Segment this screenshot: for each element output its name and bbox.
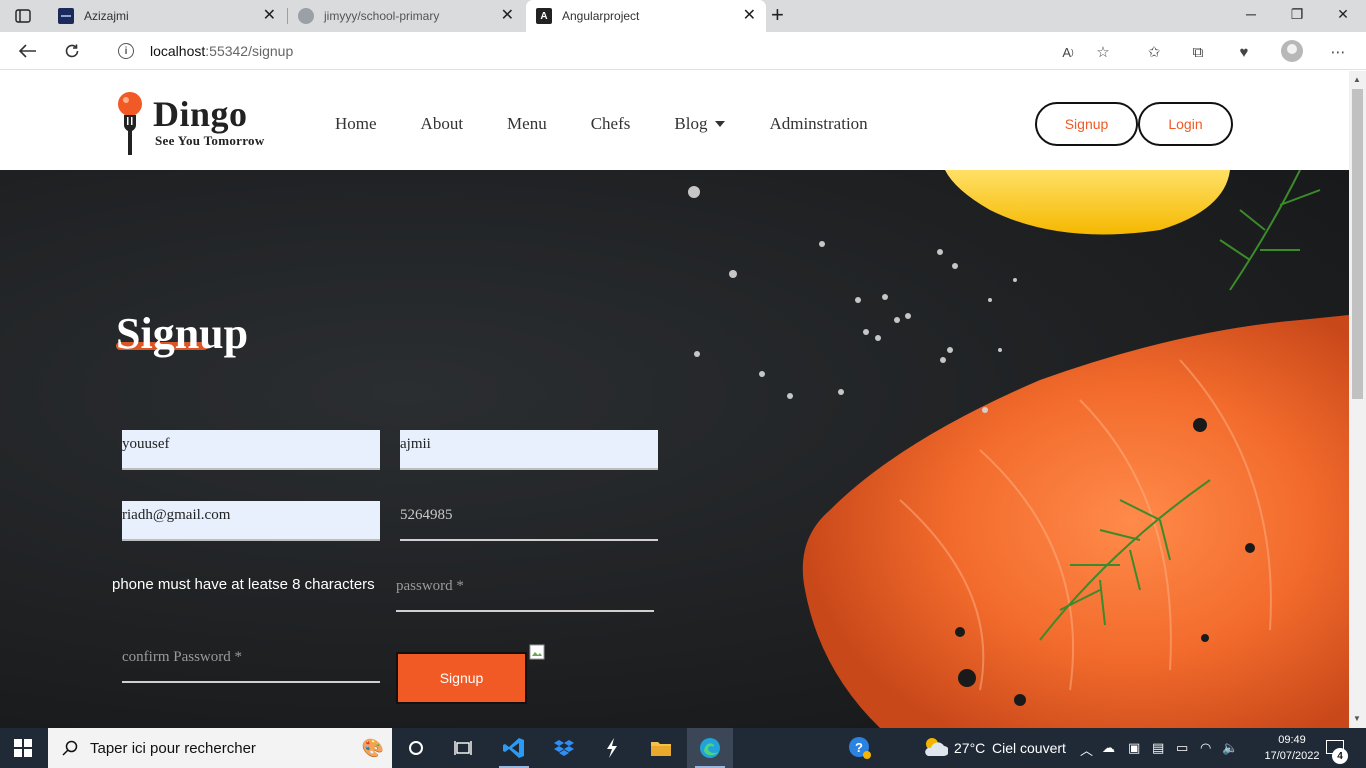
show-hidden-icons-icon[interactable]: ︿ bbox=[1080, 740, 1093, 759]
file-explorer-icon[interactable] bbox=[638, 728, 684, 768]
phone-error-message: phone must have at leatse 8 characters bbox=[112, 576, 375, 593]
tray-display-icon[interactable]: ▤ bbox=[1152, 740, 1164, 756]
browser-tab-azizajmi[interactable]: Azizajmi ✕ bbox=[48, 0, 286, 32]
address-bar: i localhost:55342/signup A) ☆ ✩ ⧉ ♥ ⋯ bbox=[0, 32, 1366, 70]
last-name-value: ajmii bbox=[400, 436, 431, 452]
logo-fork-icon bbox=[118, 92, 142, 155]
page-title: Signup bbox=[116, 309, 249, 358]
password-placeholder: password * bbox=[396, 578, 464, 594]
search-icon bbox=[62, 740, 78, 756]
cortana-icon[interactable] bbox=[393, 728, 439, 768]
profile-avatar[interactable] bbox=[1281, 40, 1303, 62]
volume-icon[interactable]: 🔈 bbox=[1222, 740, 1238, 756]
weather-temperature: 27°C bbox=[954, 740, 986, 756]
browser-tab-github[interactable]: jimyyy/school-primary ✕ bbox=[288, 0, 524, 32]
email-input[interactable]: riadh@gmail.com bbox=[122, 501, 380, 541]
github-icon bbox=[298, 8, 314, 24]
close-tab-icon[interactable]: ✕ bbox=[501, 8, 514, 24]
logo-name[interactable]: Dingo bbox=[153, 93, 248, 135]
minimize-icon[interactable]: ─ bbox=[1236, 6, 1266, 22]
restore-icon[interactable]: ❐ bbox=[1282, 6, 1312, 23]
taskbar-search[interactable]: Taper ici pour rechercher 🎨 bbox=[48, 728, 392, 768]
header-signup-button[interactable]: Signup bbox=[1035, 102, 1138, 146]
battery-icon[interactable]: ▭ bbox=[1176, 740, 1188, 756]
vscode-icon[interactable] bbox=[491, 728, 537, 768]
tab-title: Azizajmi bbox=[84, 9, 129, 23]
tray-app-icon[interactable]: ▣ bbox=[1128, 740, 1140, 756]
nav-blog-label: Blog bbox=[674, 114, 708, 133]
dropbox-icon[interactable] bbox=[541, 728, 587, 768]
clock-date: 17/07/2022 bbox=[1264, 750, 1320, 762]
clock-time: 09:49 bbox=[1278, 734, 1306, 746]
edge-browser-icon[interactable] bbox=[687, 728, 733, 768]
favorites-icon[interactable]: ✩ bbox=[1144, 42, 1164, 62]
windows-taskbar: Taper ici pour rechercher 🎨 ? 27°C Ciel … bbox=[0, 728, 1366, 768]
help-icon[interactable]: ? bbox=[848, 736, 872, 763]
email-value: riadh@gmail.com bbox=[122, 507, 231, 523]
tab-title: Angularproject bbox=[562, 9, 640, 23]
site-favicon-icon bbox=[58, 8, 74, 24]
nav-menu[interactable]: Menu bbox=[507, 114, 547, 134]
weather-description: Ciel couvert bbox=[992, 740, 1066, 756]
tab-title: jimyyy/school-primary bbox=[324, 9, 440, 23]
onedrive-icon[interactable]: ☁ bbox=[1102, 740, 1115, 756]
scroll-up-icon[interactable]: ▲ bbox=[1353, 75, 1361, 84]
scroll-thumb[interactable] bbox=[1352, 89, 1363, 399]
main-nav: Home About Menu Chefs Blog Adminstration bbox=[335, 114, 912, 134]
close-tab-icon[interactable]: ✕ bbox=[263, 8, 276, 24]
add-favorite-icon[interactable]: ☆ bbox=[1093, 42, 1113, 62]
angular-icon: A bbox=[536, 8, 552, 24]
url-field[interactable]: i localhost:55342/signup bbox=[100, 36, 1125, 66]
nav-blog[interactable]: Blog bbox=[674, 114, 726, 134]
nav-home[interactable]: Home bbox=[335, 114, 377, 134]
new-tab-button[interactable]: + bbox=[771, 4, 784, 26]
header-login-button[interactable]: Login bbox=[1138, 102, 1233, 146]
svg-text:?: ? bbox=[855, 740, 863, 755]
scroll-down-icon[interactable]: ▼ bbox=[1353, 714, 1361, 723]
nav-adminstration[interactable]: Adminstration bbox=[769, 114, 867, 134]
close-window-icon[interactable]: ✕ bbox=[1328, 6, 1358, 23]
app-s-icon[interactable] bbox=[589, 728, 635, 768]
read-aloud-icon[interactable]: A) bbox=[1058, 42, 1078, 62]
first-name-value: youusef bbox=[122, 436, 170, 452]
phone-value: 5264985 bbox=[400, 507, 453, 523]
back-button[interactable] bbox=[16, 40, 40, 62]
url-text: localhost:55342/signup bbox=[150, 43, 294, 59]
logo-tagline: See You Tomorrow bbox=[155, 133, 265, 148]
browser-tab-bar: Azizajmi ✕ jimyyy/school-primary ✕ A Ang… bbox=[0, 0, 1366, 32]
search-highlight-icon: 🎨 bbox=[361, 737, 384, 758]
confirm-password-placeholder: confirm Password * bbox=[122, 649, 242, 665]
site-info-icon[interactable]: i bbox=[118, 43, 134, 59]
refresh-button[interactable] bbox=[60, 40, 84, 62]
browser-tab-angularproject[interactable]: A Angularproject ✕ bbox=[526, 0, 766, 32]
nav-about[interactable]: About bbox=[421, 114, 464, 134]
collections-icon[interactable]: ⧉ bbox=[1188, 42, 1208, 62]
browser-essentials-icon[interactable]: ♥ bbox=[1234, 42, 1254, 62]
search-placeholder: Taper ici pour rechercher bbox=[90, 739, 256, 757]
windows-start-icon[interactable] bbox=[14, 739, 32, 757]
confirm-password-input[interactable]: confirm Password * bbox=[122, 643, 380, 683]
tab-actions-icon[interactable] bbox=[12, 6, 34, 26]
phone-input[interactable]: 5264985 bbox=[400, 501, 658, 541]
broken-image-icon bbox=[529, 644, 545, 660]
wifi-icon[interactable]: ◠ bbox=[1200, 740, 1211, 756]
nav-chefs[interactable]: Chefs bbox=[591, 114, 631, 134]
password-input[interactable]: password * bbox=[396, 572, 654, 612]
more-menu-icon[interactable]: ⋯ bbox=[1328, 42, 1348, 62]
task-view-icon[interactable] bbox=[440, 728, 486, 768]
close-tab-icon[interactable]: ✕ bbox=[743, 8, 756, 24]
site-header: Dingo See You Tomorrow Home About Menu C… bbox=[0, 71, 1349, 170]
last-name-input[interactable]: ajmii bbox=[400, 430, 658, 470]
system-clock[interactable]: 09:49 17/07/2022 bbox=[1262, 732, 1322, 764]
signup-submit-button[interactable]: Signup bbox=[396, 652, 527, 704]
page-scrollbar[interactable]: ▲ ▼ bbox=[1349, 71, 1366, 728]
chevron-down-icon bbox=[715, 121, 726, 127]
weather-icon[interactable] bbox=[922, 736, 949, 761]
signup-hero: Signup youusef ajmii riadh@gmail.com 526… bbox=[0, 170, 1349, 728]
notification-count-badge: 4 bbox=[1332, 748, 1348, 764]
first-name-input[interactable]: youusef bbox=[122, 430, 380, 470]
